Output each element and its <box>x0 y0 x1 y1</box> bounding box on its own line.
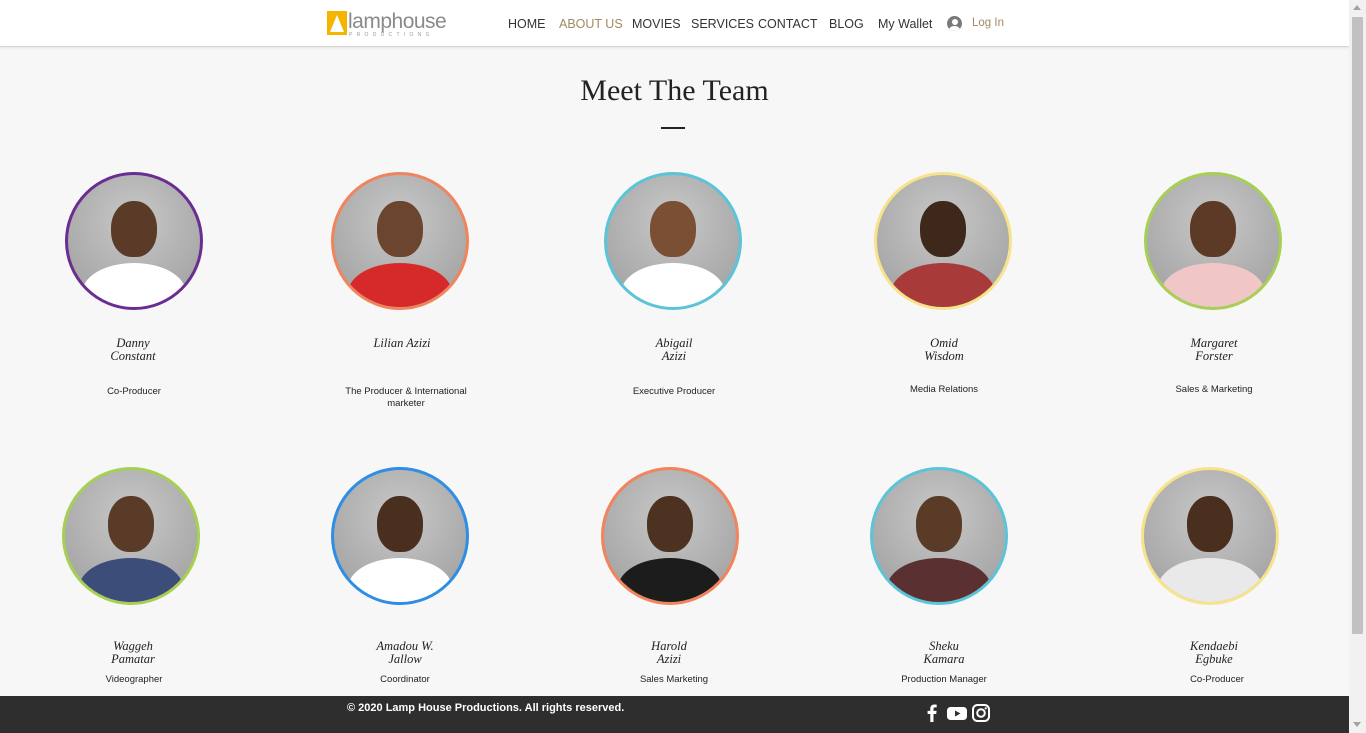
instagram-icon[interactable] <box>972 704 990 722</box>
portrait-body <box>1158 558 1262 602</box>
team-member-role: Co-Producer <box>1190 674 1244 685</box>
nav-my-wallet[interactable]: My Wallet <box>878 17 932 31</box>
nav-movies[interactable]: MOVIES <box>632 17 681 31</box>
page-title: Meet The Team <box>580 74 769 107</box>
site-header: lamphouse PRODUCTIONS HOME ABOUT US MOVI… <box>0 0 1349 47</box>
team-member-photo[interactable] <box>604 172 742 310</box>
portrait-head <box>1190 201 1236 257</box>
portrait-body <box>79 558 183 602</box>
team-member-name: Abigail Azizi <box>655 336 693 363</box>
team-member-photo[interactable] <box>62 467 200 605</box>
page-scrollbar[interactable] <box>1349 0 1366 733</box>
portrait-body <box>887 558 991 602</box>
nav-services[interactable]: SERVICES <box>691 17 754 31</box>
portrait-head <box>920 201 966 257</box>
site-footer: © 2020 Lamp House Productions. All right… <box>0 696 1349 733</box>
team-member-role: Videographer <box>105 674 163 685</box>
portrait-head <box>647 496 693 552</box>
team-member-photo[interactable] <box>65 172 203 310</box>
team-member-name: Waggeh Pamatar <box>111 639 155 666</box>
nav-home[interactable]: HOME <box>508 17 546 31</box>
portrait-body <box>348 558 452 602</box>
team-member-role: Coordinator <box>380 674 430 685</box>
portrait-head <box>111 201 157 257</box>
team-member-photo[interactable] <box>870 467 1008 605</box>
portrait-body <box>891 263 995 307</box>
login-label: Log In <box>972 17 1004 29</box>
youtube-icon[interactable] <box>947 704 967 722</box>
copyright-text: © 2020 Lamp House Productions. All right… <box>347 702 625 714</box>
user-avatar-icon <box>947 16 962 31</box>
portrait-head <box>377 201 423 257</box>
team-member-role: Production Manager <box>901 674 987 685</box>
team-member-photo[interactable] <box>331 467 469 605</box>
team-member-photo[interactable] <box>331 172 469 310</box>
nav-about-us[interactable]: ABOUT US <box>559 17 623 31</box>
team-member-name: Amadou W. Jallow <box>376 639 434 666</box>
team-member-photo[interactable] <box>1141 467 1279 605</box>
nav-contact[interactable]: CONTACT <box>758 17 818 31</box>
nav-blog[interactable]: BLOG <box>829 17 864 31</box>
portrait-head <box>916 496 962 552</box>
logo-wordmark: lamphouse <box>348 10 447 33</box>
team-member-name: Harold Azizi <box>651 639 687 666</box>
team-member-role: Media Relations <box>909 384 979 395</box>
portrait-head <box>108 496 154 552</box>
lamp-logo-icon <box>327 11 347 35</box>
portrait-body <box>82 263 186 307</box>
portrait-body <box>348 263 452 307</box>
team-member-name: Omid Wisdom <box>924 336 964 363</box>
portrait-head <box>1187 496 1233 552</box>
team-member-role: Co-Producer <box>107 386 161 397</box>
team-member-name: Lilian Azizi <box>373 336 431 350</box>
facebook-icon[interactable] <box>923 704 941 722</box>
team-member-photo[interactable] <box>874 172 1012 310</box>
team-member-name: Kendaebi Egbuke <box>1190 639 1238 666</box>
team-member-name: Margaret Forster <box>1190 336 1238 363</box>
portrait-body <box>621 263 725 307</box>
team-member-photo[interactable] <box>601 467 739 605</box>
team-member-role: Executive Producer <box>632 386 716 397</box>
portrait-body <box>1161 263 1265 307</box>
portrait-head <box>650 201 696 257</box>
lamphouse-logo[interactable]: lamphouse PRODUCTIONS <box>327 10 447 40</box>
portrait-head <box>377 496 423 552</box>
scroll-thumb[interactable] <box>1352 17 1363 634</box>
team-member-name: Danny Constant <box>110 336 156 363</box>
scroll-down-arrow-icon[interactable] <box>1353 722 1361 727</box>
team-member-role: The Producer & International marketer <box>345 386 467 409</box>
team-member-role: Sales Marketing <box>639 674 709 685</box>
team-member-name: Sheku Kamara <box>923 639 965 666</box>
team-member-role: Sales & Marketing <box>1175 384 1253 395</box>
portrait-body <box>618 558 722 602</box>
title-divider <box>661 127 685 129</box>
scroll-up-arrow-icon[interactable] <box>1353 5 1361 10</box>
team-member-photo[interactable] <box>1144 172 1282 310</box>
logo-tagline: PRODUCTIONS <box>349 32 434 38</box>
